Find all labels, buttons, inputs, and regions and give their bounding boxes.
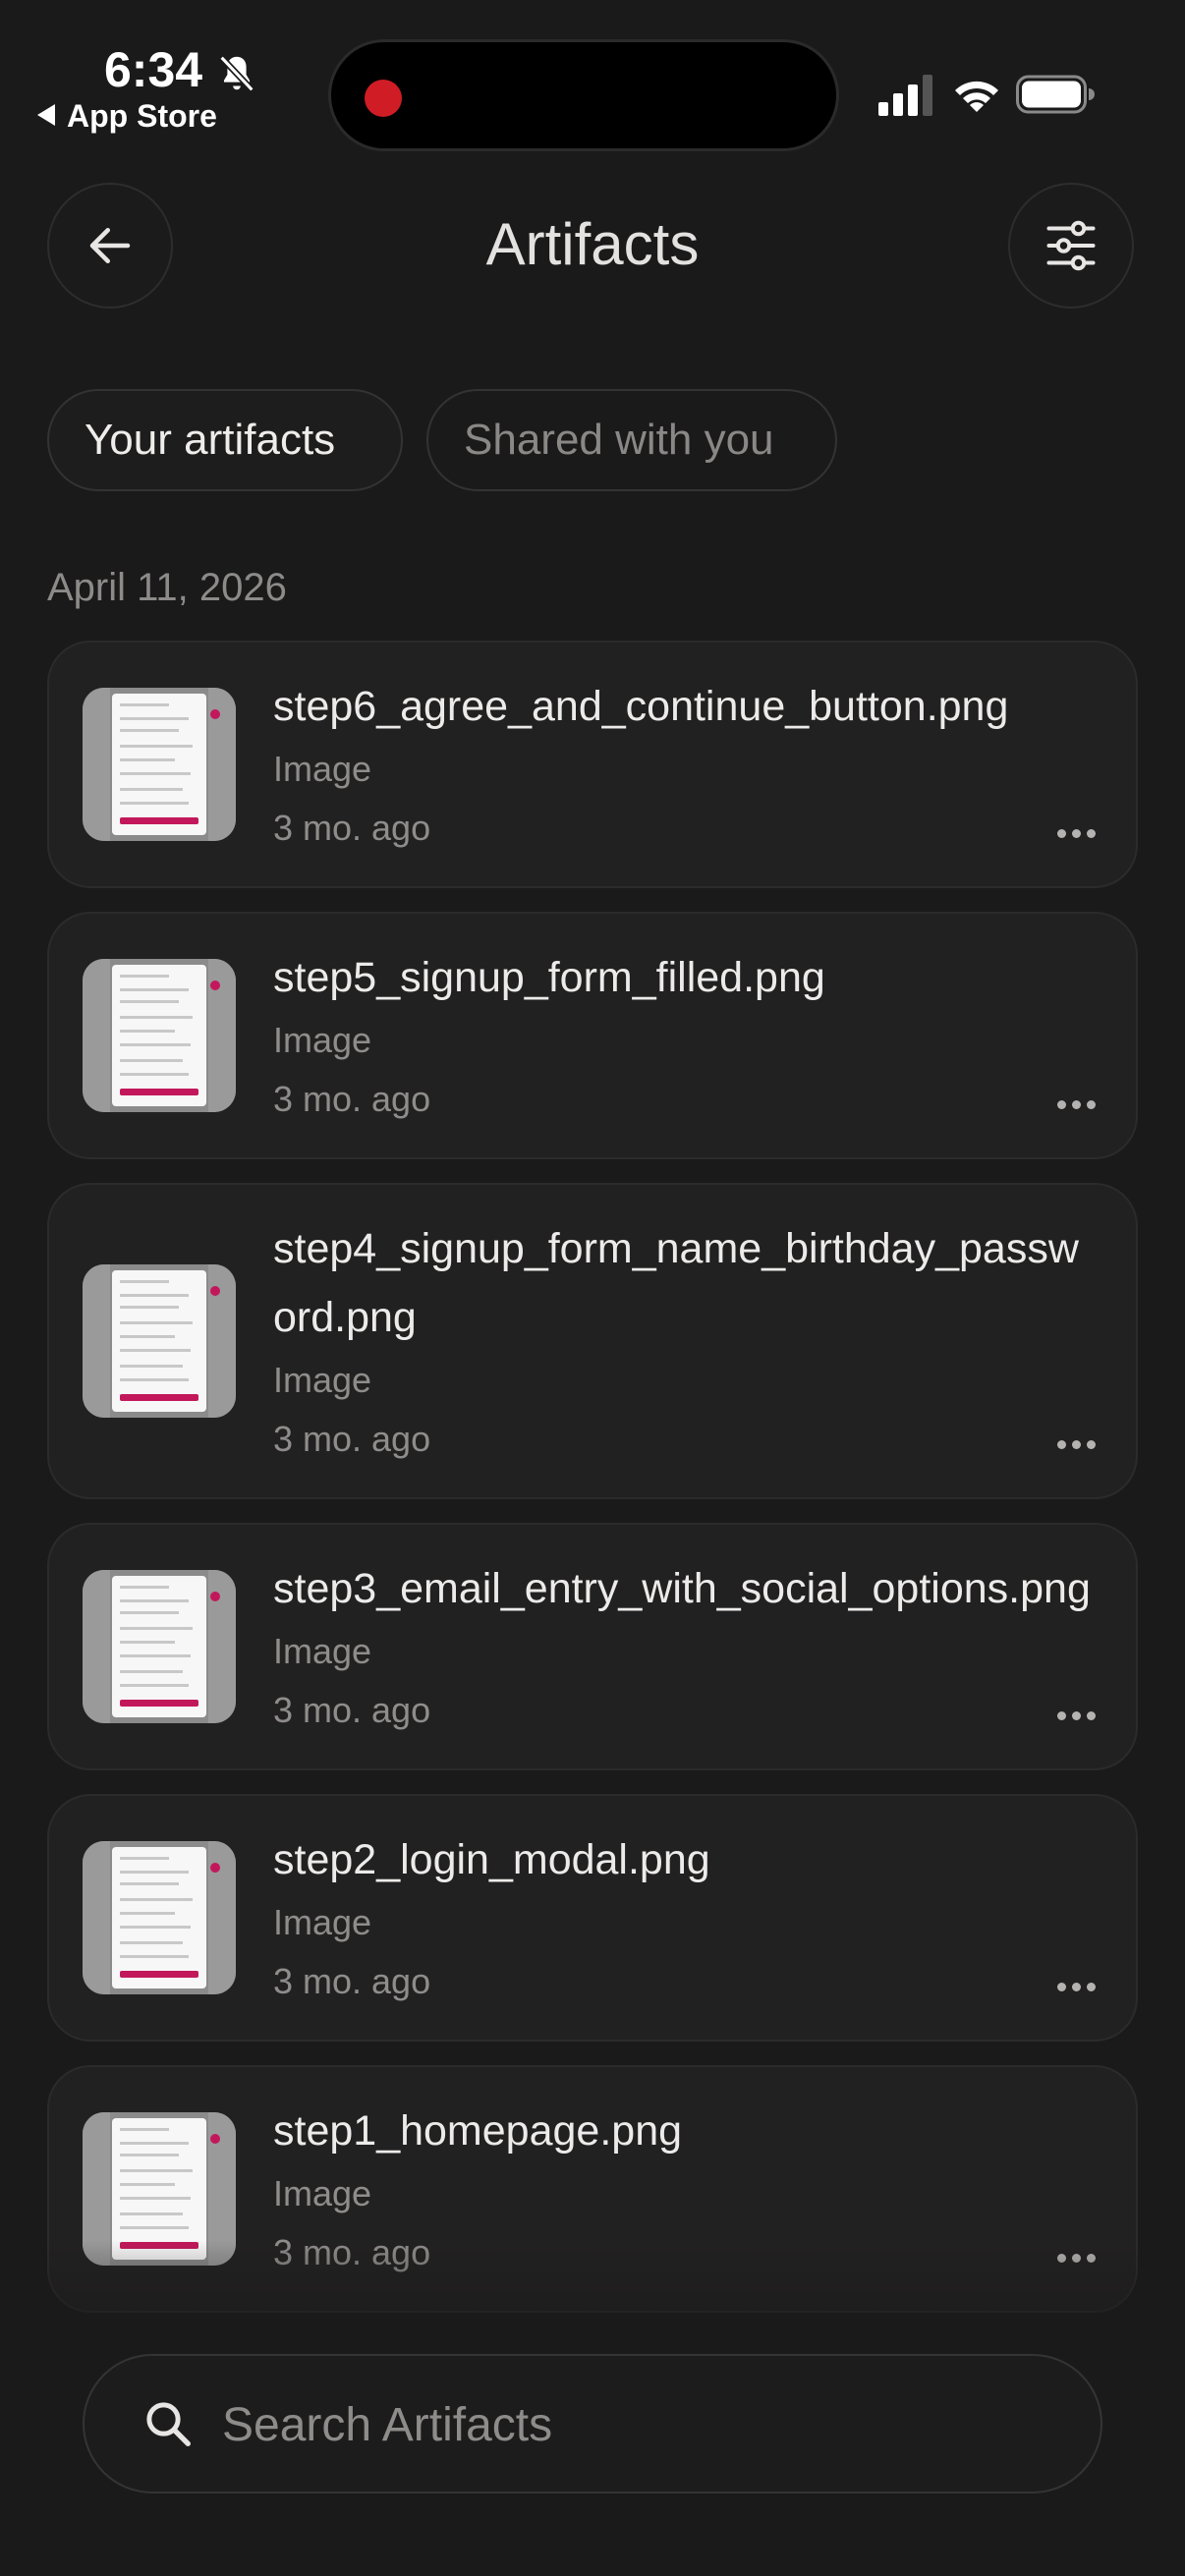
artifact-thumbnail <box>83 959 236 1112</box>
back-triangle-icon <box>37 104 55 126</box>
artifact-card[interactable]: step6_agree_and_continue_button.png Imag… <box>47 641 1138 888</box>
artifact-card[interactable]: step4_signup_form_name_birthday_password… <box>47 1183 1138 1499</box>
status-time: 6:34 <box>104 42 203 97</box>
artifact-name: step6_agree_and_continue_button.png <box>273 683 1009 730</box>
more-options-icon[interactable] <box>1057 1983 1097 1992</box>
artifact-thumbnail <box>83 1264 236 1418</box>
artifact-name: step2_login_modal.png <box>273 1836 710 1883</box>
section-date: April 11, 2026 <box>47 566 287 609</box>
sliders-icon <box>1046 220 1096 271</box>
artifact-type: Image <box>273 749 372 789</box>
artifact-thumbnail <box>83 1841 236 1994</box>
artifact-name: step4_signup_form_name_birthday_password… <box>273 1225 1079 1341</box>
artifact-thumbnail <box>83 1570 236 1723</box>
status-bar: 6:34 App Store <box>0 0 1185 151</box>
artifact-time: 3 mo. ago <box>273 1419 431 1459</box>
wifi-icon <box>955 81 998 112</box>
artifact-type: Image <box>273 1631 372 1671</box>
artifact-type: Image <box>273 2173 372 2213</box>
more-options-icon[interactable] <box>1057 1100 1097 1110</box>
more-options-icon[interactable] <box>1057 1711 1097 1721</box>
more-options-icon[interactable] <box>1057 829 1097 839</box>
record-dot-icon <box>365 80 402 117</box>
artifact-name: step5_signup_form_filled.png <box>273 954 825 1001</box>
bell-slash-icon <box>219 55 254 92</box>
back-to-app-link[interactable]: App Store <box>37 98 217 135</box>
search-icon <box>146 2402 191 2446</box>
tab-shared-with-you[interactable]: Shared with you <box>426 389 837 491</box>
artifact-card[interactable]: step2_login_modal.png Image 3 mo. ago <box>47 1794 1138 2042</box>
artifact-type: Image <box>273 1902 372 1942</box>
artifact-card[interactable]: step5_signup_form_filled.png Image 3 mo.… <box>47 912 1138 1159</box>
artifact-type: Image <box>273 1360 372 1400</box>
artifact-list: step6_agree_and_continue_button.png Imag… <box>47 641 1138 2336</box>
search-bar[interactable] <box>83 2354 1102 2493</box>
dynamic-island <box>328 39 839 151</box>
artifact-time: 3 mo. ago <box>273 1690 431 1730</box>
artifact-thumbnail <box>83 688 236 841</box>
search-input[interactable] <box>220 2356 1069 2493</box>
artifact-time: 3 mo. ago <box>273 1079 431 1119</box>
artifact-time: 3 mo. ago <box>273 808 431 848</box>
artifact-time: 3 mo. ago <box>273 1961 431 2001</box>
tab-your-artifacts[interactable]: Your artifacts <box>47 389 403 491</box>
artifact-card[interactable]: step3_email_entry_with_social_options.pn… <box>47 1523 1138 1770</box>
artifact-name: step1_homepage.png <box>273 2107 683 2155</box>
filter-button[interactable] <box>1008 183 1134 308</box>
battery-icon <box>1016 75 1095 114</box>
cellular-signal-icon <box>878 75 932 116</box>
artifact-name: step3_email_entry_with_social_options.pn… <box>273 1565 1091 1612</box>
artifact-type: Image <box>273 1020 372 1060</box>
more-options-icon[interactable] <box>1057 1440 1097 1450</box>
